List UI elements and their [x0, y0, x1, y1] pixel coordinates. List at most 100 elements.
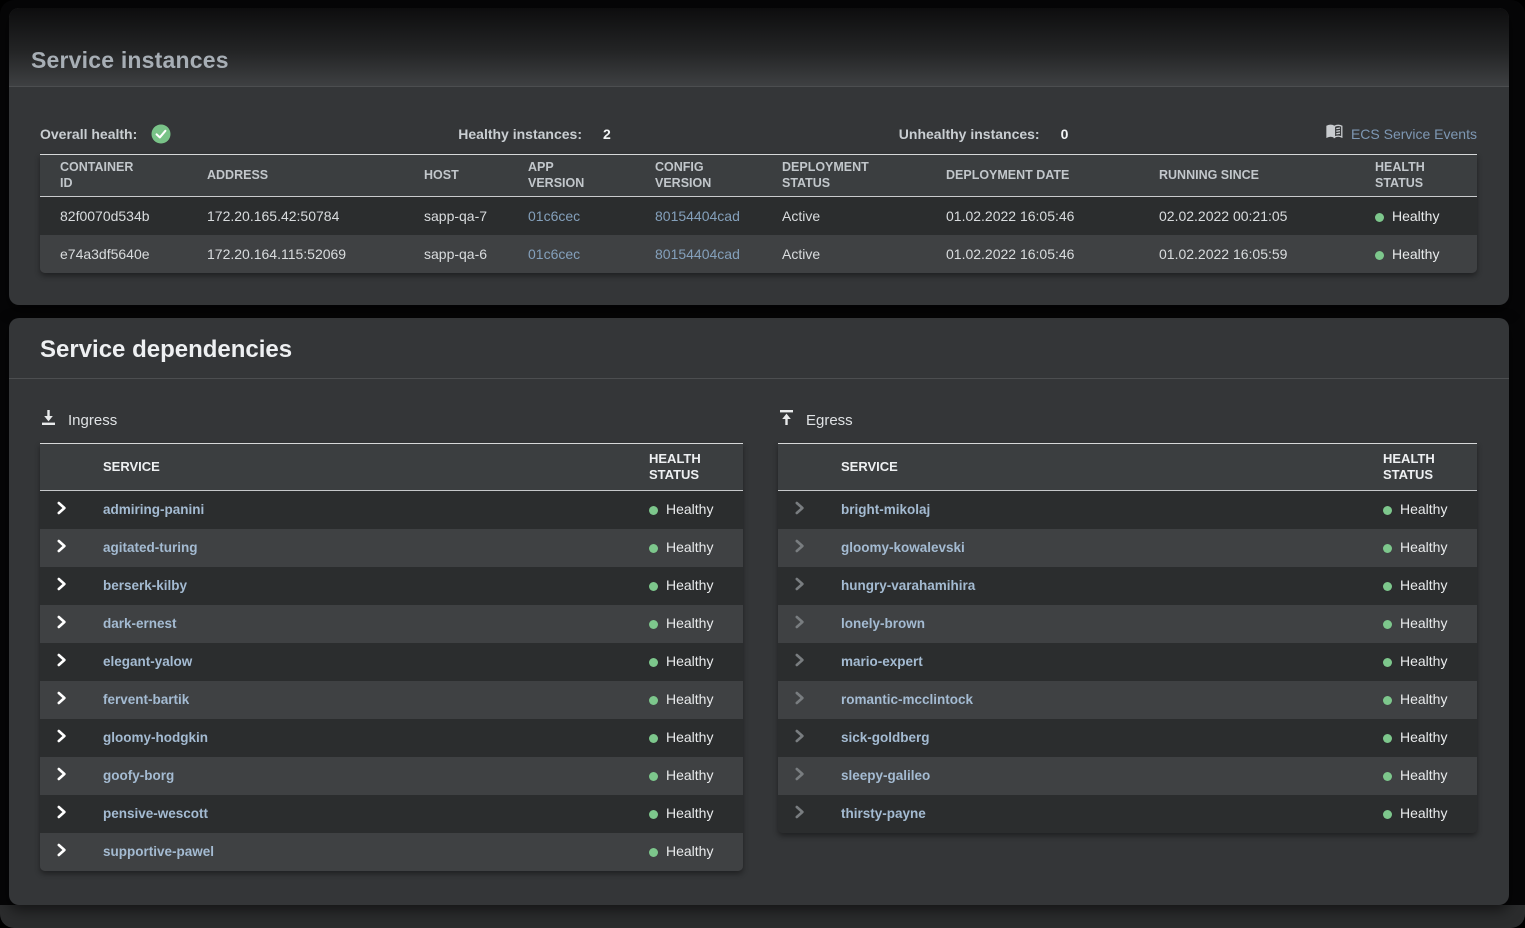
column-header-app-version: APP VERSION: [528, 155, 655, 197]
service-name-cell: fervent-bartik: [103, 681, 645, 719]
service-link[interactable]: gloomy-kowalevski: [841, 540, 965, 555]
service-link[interactable]: lonely-brown: [841, 616, 925, 631]
health-status-cell: Healthy: [1379, 605, 1477, 643]
service-link[interactable]: berserk-kilby: [103, 578, 187, 593]
service-row[interactable]: romantic-mcclintockHealthy: [778, 681, 1477, 719]
service-link[interactable]: hungry-varahamihira: [841, 578, 975, 593]
expand-chevron-cell[interactable]: [778, 795, 841, 833]
deployment-status-cell: Active: [782, 235, 946, 273]
service-row[interactable]: bright-mikolajHealthy: [778, 491, 1477, 529]
service-row[interactable]: pensive-wescottHealthy: [40, 795, 743, 833]
health-dot: [1375, 251, 1384, 260]
expand-chevron-cell[interactable]: [778, 757, 841, 795]
service-link[interactable]: goofy-borg: [103, 768, 174, 783]
ingress-table-header-row: SERVICE HEALTH STATUS: [40, 444, 743, 491]
bottom-strip: [0, 905, 1525, 928]
service-name-cell: gloomy-hodgkin: [103, 719, 645, 757]
config-version-cell[interactable]: 80154404cad: [655, 197, 782, 235]
service-link[interactable]: romantic-mcclintock: [841, 692, 973, 707]
service-row[interactable]: supportive-pawelHealthy: [40, 833, 743, 871]
service-row[interactable]: sick-goldberg Healthy: [778, 719, 1477, 757]
expand-chevron-cell[interactable]: [40, 643, 103, 681]
address-cell: 172.20.165.42:50784: [207, 197, 424, 235]
service-name-cell: mario-expert: [841, 643, 1379, 681]
service-link[interactable]: sleepy-galileo: [841, 768, 930, 783]
service-link[interactable]: bright-mikolaj: [841, 502, 930, 517]
unhealthy-instances-value: 0: [1061, 126, 1069, 142]
expand-chevron-cell[interactable]: [778, 491, 841, 529]
health-status-column-header: HEALTH STATUS: [645, 444, 743, 491]
service-link[interactable]: admiring-panini: [103, 502, 204, 517]
health-status-cell: Healthy: [1379, 719, 1477, 757]
health-status-cell: Healthy: [645, 643, 743, 681]
health-dot: [1383, 696, 1392, 705]
expand-chevron-cell[interactable]: [778, 681, 841, 719]
health-dot: [1383, 734, 1392, 743]
service-instances-title: Service instances: [31, 47, 229, 74]
health-dot: [649, 848, 658, 857]
expand-chevron-cell[interactable]: [40, 605, 103, 643]
expand-chevron-cell[interactable]: [40, 529, 103, 567]
expand-chevron-cell[interactable]: [40, 757, 103, 795]
app-version-cell[interactable]: 01c6cec: [528, 197, 655, 235]
chevron-right-icon: [794, 805, 805, 819]
chevron-right-icon: [56, 729, 67, 743]
instances-table: CONTAINER IDADDRESSHOSTAPP VERSIONCONFIG…: [40, 154, 1477, 273]
service-link[interactable]: thirsty-payne: [841, 806, 926, 821]
ecs-service-events-link[interactable]: ECS Service Events: [1326, 124, 1477, 144]
service-link[interactable]: gloomy-hodgkin: [103, 730, 208, 745]
service-row[interactable]: sleepy-galileoHealthy: [778, 757, 1477, 795]
service-row[interactable]: thirsty-payneHealthy: [778, 795, 1477, 833]
service-row[interactable]: lonely-brown Healthy: [778, 605, 1477, 643]
service-row[interactable]: agitated-turing Healthy: [40, 529, 743, 567]
service-row[interactable]: hungry-varahamihiraHealthy: [778, 567, 1477, 605]
service-row[interactable]: goofy-borg Healthy: [40, 757, 743, 795]
health-status-cell: Healthy: [645, 757, 743, 795]
service-name-cell: admiring-panini: [103, 491, 645, 529]
service-link[interactable]: agitated-turing: [103, 540, 198, 555]
expand-chevron-cell[interactable]: [778, 643, 841, 681]
app-version-cell[interactable]: 01c6cec: [528, 235, 655, 273]
expand-chevron-cell[interactable]: [40, 795, 103, 833]
expand-chevron-cell[interactable]: [40, 833, 103, 871]
expand-chevron-cell[interactable]: [40, 719, 103, 757]
service-link[interactable]: elegant-yalow: [103, 654, 192, 669]
expand-chevron-cell[interactable]: [778, 529, 841, 567]
expand-chevron-cell[interactable]: [778, 567, 841, 605]
service-name-cell: thirsty-payne: [841, 795, 1379, 833]
service-row[interactable]: elegant-yalow Healthy: [40, 643, 743, 681]
health-status-cell: Healthy: [645, 681, 743, 719]
dependencies-columns: Ingress SERVICE HEALTH STATUS admiring-p…: [9, 379, 1509, 871]
expand-chevron-cell[interactable]: [40, 491, 103, 529]
service-row[interactable]: fervent-bartik Healthy: [40, 681, 743, 719]
egress-table-header-row: SERVICE HEALTH STATUS: [778, 444, 1477, 491]
service-row[interactable]: gloomy-kowalevskiHealthy: [778, 529, 1477, 567]
service-row[interactable]: admiring-paniniHealthy: [40, 491, 743, 529]
address-cell: 172.20.164.115:52069: [207, 235, 424, 273]
service-row[interactable]: dark-ernestHealthy: [40, 605, 743, 643]
service-row[interactable]: gloomy-hodgkinHealthy: [40, 719, 743, 757]
service-link[interactable]: pensive-wescott: [103, 806, 208, 821]
service-row[interactable]: berserk-kilbyHealthy: [40, 567, 743, 605]
chevron-right-icon: [794, 615, 805, 629]
expand-chevron-cell[interactable]: [778, 719, 841, 757]
service-link[interactable]: supportive-pawel: [103, 844, 214, 859]
service-link[interactable]: fervent-bartik: [103, 692, 189, 707]
health-status-cell: Healthy: [645, 529, 743, 567]
config-version-cell[interactable]: 80154404cad: [655, 235, 782, 273]
column-header-health-status: HEALTH STATUS: [1375, 155, 1477, 197]
service-link[interactable]: dark-ernest: [103, 616, 177, 631]
overall-health-label: Overall health:: [40, 126, 137, 142]
expand-chevron-cell[interactable]: [40, 567, 103, 605]
column-header-running-since: RUNNING SINCE: [1159, 155, 1375, 197]
expand-chevron-cell[interactable]: [40, 681, 103, 719]
container-id-cell: e74a3df5640e: [40, 235, 207, 273]
expand-chevron-cell[interactable]: [778, 605, 841, 643]
events-link-label: ECS Service Events: [1351, 126, 1477, 142]
column-header-deployment-status: DEPLOYMENT STATUS: [782, 155, 946, 197]
health-dot: [1383, 544, 1392, 553]
service-link[interactable]: mario-expert: [841, 654, 923, 669]
service-link[interactable]: sick-goldberg: [841, 730, 930, 745]
column-header-deployment-date: DEPLOYMENT DATE: [946, 155, 1159, 197]
service-row[interactable]: mario-expertHealthy: [778, 643, 1477, 681]
